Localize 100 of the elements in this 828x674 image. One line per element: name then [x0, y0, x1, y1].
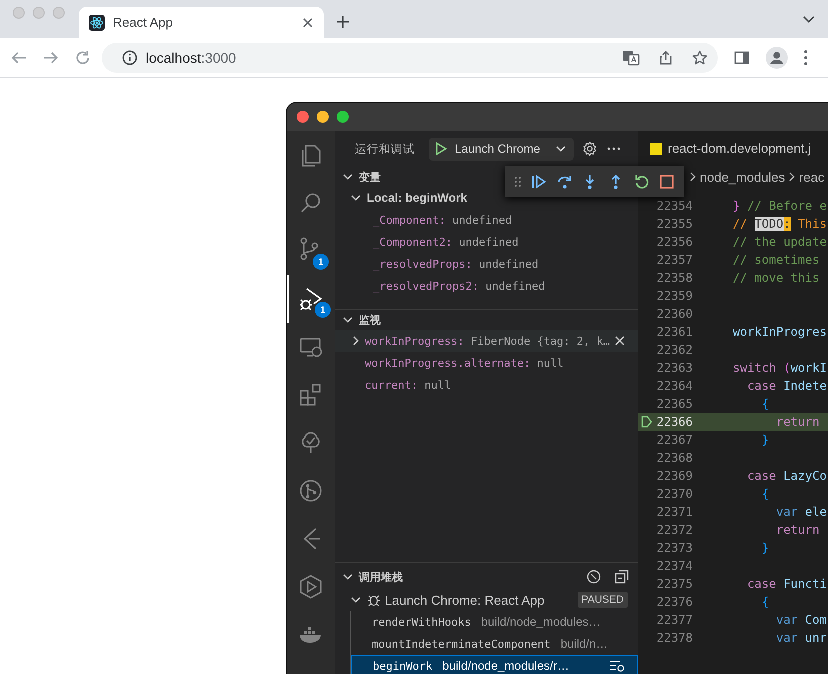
line-number: 22357 — [656, 253, 693, 267]
line-number: 22360 — [656, 307, 693, 321]
restart-icon[interactable] — [634, 174, 650, 190]
window-control[interactable] — [337, 111, 349, 123]
line-number: 22378 — [656, 631, 693, 645]
session-name[interactable]: Launch Chrome: React App — [385, 592, 545, 608]
line-number: 22377 — [656, 613, 693, 627]
stack-frame[interactable]: renderWithHooks build/node_modules… — [351, 611, 638, 633]
line-number: 22374 — [656, 559, 693, 573]
url-text: localhost:3000 — [146, 50, 238, 66]
browser-tab[interactable]: React App — [79, 7, 324, 38]
line-number: 22376 — [656, 595, 693, 609]
circle-slash-icon[interactable] — [586, 569, 602, 585]
code-line: case Indete — [746, 379, 827, 393]
line-number: 22355 — [656, 217, 693, 231]
info-icon[interactable] — [122, 50, 138, 66]
code-line: // move this — [733, 271, 820, 285]
breadcrumb-item[interactable]: node_modules — [700, 170, 786, 184]
variable-entry[interactable]: _resolvedProps: undefined — [373, 258, 539, 270]
settings-icon[interactable] — [582, 141, 598, 157]
watch-row[interactable]: workInProgress: FiberNode {tag: 2, k… — [335, 330, 638, 352]
line-number: 22367 — [656, 433, 693, 447]
line-number: 22361 — [656, 325, 693, 339]
code-line: case LazyCo — [746, 469, 827, 483]
line-number: 22372 — [656, 523, 693, 537]
code-line: // the update — [733, 235, 827, 249]
watch-expression[interactable]: workInProgress: FiberNode {tag: 2, k… — [365, 334, 610, 348]
code-line: case Functi — [746, 577, 827, 591]
profile-avatar-icon[interactable] — [766, 46, 788, 68]
window-control[interactable] — [317, 111, 329, 123]
watch-expression[interactable]: current: null — [365, 378, 452, 392]
count-badge: 1 — [313, 254, 329, 270]
new-tab-icon[interactable] — [336, 15, 350, 29]
code-line: { — [760, 595, 770, 609]
line-number: 22358 — [656, 271, 693, 285]
code-line: return — [775, 523, 820, 537]
restart-frame-icon[interactable] — [609, 659, 625, 673]
code-line: { — [760, 487, 770, 501]
translate-icon[interactable] — [622, 48, 640, 66]
collapse-all-icon[interactable] — [614, 569, 630, 585]
code-line: var ele — [775, 505, 827, 519]
share-icon[interactable] — [658, 50, 674, 66]
line-number: 22370 — [656, 487, 693, 501]
continue-icon[interactable] — [531, 174, 548, 190]
count-badge: 1 — [315, 302, 331, 318]
more-menu-icon[interactable] — [804, 50, 808, 66]
status-badge: PAUSED — [578, 592, 628, 608]
git-graph-icon[interactable] — [298, 478, 324, 504]
launch-config-dropdown[interactable]: Launch Chrome — [429, 138, 574, 160]
extensions-icon[interactable] — [298, 382, 324, 408]
address-bar[interactable]: localhost:3000 — [102, 42, 718, 72]
code-line: // TODO: This — [733, 217, 827, 231]
window-control[interactable] — [297, 111, 309, 123]
step-over-icon[interactable] — [556, 174, 573, 190]
chevron-right-icon — [688, 170, 698, 184]
watch-expression[interactable]: workInProgress.alternate: null — [365, 356, 564, 370]
line-number: 22368 — [656, 451, 693, 465]
source-control-icon[interactable] — [300, 237, 318, 261]
tab-title: React App — [113, 15, 174, 30]
stack-frame[interactable]: mountIndeterminateComponent build/n… — [351, 633, 638, 655]
code-line: workInProgres — [733, 325, 827, 339]
line-number: 22362 — [656, 343, 693, 357]
run-debug-icon[interactable] — [298, 286, 324, 312]
variable-entry[interactable]: _Component2: undefined — [373, 236, 519, 248]
code-line: var Com — [775, 613, 827, 627]
code-line: switch (workI — [733, 361, 827, 375]
hexagon-play-icon[interactable] — [298, 574, 324, 600]
line-number: 22363 — [656, 361, 693, 375]
play-icon — [435, 142, 447, 156]
line-number: 22354 — [656, 199, 693, 213]
stop-icon[interactable] — [659, 174, 676, 190]
section-header[interactable]: 变量 — [359, 170, 381, 184]
line-number: 22364 — [656, 379, 693, 393]
side-panel-icon[interactable] — [734, 50, 750, 66]
code-line: return — [775, 415, 820, 429]
variable-entry[interactable]: _Component: undefined — [373, 214, 512, 226]
bug-icon — [367, 593, 381, 607]
drag-handle-icon[interactable] — [514, 176, 522, 188]
reload-icon[interactable] — [74, 48, 92, 66]
line-number: 22371 — [656, 505, 693, 519]
star-icon[interactable] — [692, 50, 708, 66]
close-icon[interactable] — [302, 16, 314, 28]
line-number: 22373 — [656, 541, 693, 555]
js-file-icon — [650, 142, 662, 154]
line-number: 22375 — [656, 577, 693, 591]
code-line: } — [760, 541, 770, 555]
code-line: } // Before e — [733, 199, 827, 213]
scope-label[interactable]: Local: beginWork — [367, 191, 468, 205]
variable-entry[interactable]: _resolvedProps2: undefined — [373, 280, 546, 292]
react-logo-icon — [89, 14, 105, 30]
line-number: 22369 — [656, 469, 693, 483]
stack-frame[interactable]: beginWork build/node_modules/r… — [351, 655, 638, 674]
line-number: 22356 — [656, 235, 693, 249]
editor-tab[interactable]: react-dom.development.j — [638, 131, 828, 166]
section-header[interactable]: 调用堆栈 — [359, 570, 403, 584]
code-line: var unr — [775, 631, 827, 645]
section-header[interactable]: 监视 — [359, 312, 381, 328]
breadcrumb-item[interactable]: reac — [799, 170, 825, 184]
code-line: } — [760, 433, 770, 447]
current-line-arrow-icon — [641, 415, 653, 429]
